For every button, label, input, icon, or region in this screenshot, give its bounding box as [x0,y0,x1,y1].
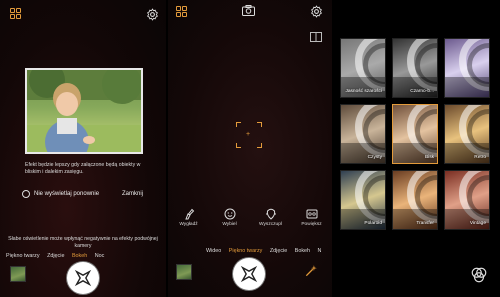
filter-label: Czarno-b... [410,89,434,94]
shutter-aperture-icon [74,269,92,287]
mode-bar: Piękno twarzy Zdjęcie Bokeh Noc [6,253,110,259]
option-enlarge[interactable]: Powiększ [294,208,330,227]
option-slim-label: Wyszczupl [259,222,282,227]
filter-gray[interactable]: Jasność szarości [340,38,386,98]
focus-frame: + [236,122,262,148]
checkbox-radio[interactable] [22,190,30,198]
low-light-warning: Słabe oświetlenie może wpłynąć negatywni… [8,236,158,249]
filters-icon[interactable] [470,266,488,284]
mode-bokeh[interactable]: Bokeh [72,253,87,259]
focus-plus-icon: + [246,131,251,138]
beauty-options: Wygładź Wybiel Wyszczupl Powiększ [168,206,332,242]
mode-photo[interactable]: Zdjęcie [270,248,287,254]
gallery-thumbnail[interactable] [176,264,192,280]
dialog-message: Efekt będzie lepszy gdy załączone będą o… [25,162,141,175]
shutter-button[interactable] [67,262,99,294]
mode-photo[interactable]: Zdjęcie [47,253,64,259]
filter-clean[interactable]: Czysty [340,104,386,164]
shutter-button[interactable] [233,258,265,290]
shutter-aperture-icon [240,265,258,283]
filter-label: Jasność szarości [345,89,382,94]
settings-gear-icon[interactable] [310,5,323,18]
settings-gear-icon[interactable] [146,8,159,21]
option-whiten[interactable]: Wybiel [212,208,248,227]
gallery-thumbnail[interactable] [10,266,26,282]
switch-camera-icon[interactable] [242,5,255,16]
sample-photo-child [25,68,143,154]
filter-bisk[interactable]: Bisk [392,104,438,164]
magic-wand-icon[interactable] [304,264,318,278]
camera-beauty-screen: + Wygładź Wybiel Wyszczupl Powiększ Wide… [168,0,332,297]
camera-bokeh-tip-screen: Efekt będzie lepszy gdy załączone będą o… [0,0,166,297]
mode-video[interactable]: Wideo [206,248,221,254]
filter-transfer[interactable]: Transfer [392,170,438,230]
camera-filters-screen: Jasność szarości Czarno-b... Czysty Bisk… [334,0,500,297]
filter-vintage[interactable]: Vintage [444,170,490,230]
face-icon [224,208,235,220]
brush-icon [184,208,194,220]
filter-label: Vintage [469,221,486,226]
filter-label: Transfer [416,221,434,226]
option-enlarge-label: Powiększ [301,222,322,227]
enlarge-eyes-icon [306,209,317,219]
mode-night[interactable]: Noc [95,253,105,259]
option-whiten-label: Wybiel [222,222,237,227]
grid-icon[interactable] [10,8,22,20]
aspect-ratio-icon[interactable] [310,32,322,42]
mode-bar: Wideo Piękno twarzy Zdjęcie Bokeh N [206,248,327,254]
bokeh-tip-dialog: Efekt będzie lepszy gdy załączone będą o… [12,62,158,212]
filter-label: Czysty [367,155,382,160]
mode-beauty[interactable]: Piękno twarzy [6,253,40,259]
filter-label: Retro [474,155,486,160]
grid-icon[interactable] [176,6,188,18]
filter-grid: Jasność szarości Czarno-b... Czysty Bisk… [340,38,490,230]
mode-bokeh[interactable]: Bokeh [295,248,310,254]
mode-night[interactable]: N [318,248,322,254]
option-smooth-label: Wygładź [179,222,198,227]
mode-beauty[interactable]: Piękno twarzy [229,248,263,254]
filter-polaroid[interactable]: Polaroid [340,170,386,230]
filter-bw[interactable]: Czarno-b... [392,38,438,98]
filter-label: Polaroid [364,221,382,226]
dont-show-again-option[interactable]: Nie wyświetlaj ponownie [22,190,99,198]
option-slim[interactable]: Wyszczupl [253,208,289,227]
slim-face-icon [265,208,276,220]
filter-retro[interactable]: Retro [444,104,490,164]
option-smooth[interactable]: Wygładź [171,208,207,227]
filter-violet[interactable] [444,38,490,98]
close-button[interactable]: Zamknij [122,191,143,197]
dont-show-again-label: Nie wyświetlaj ponownie [34,191,100,197]
filter-label: Bisk [424,155,434,160]
